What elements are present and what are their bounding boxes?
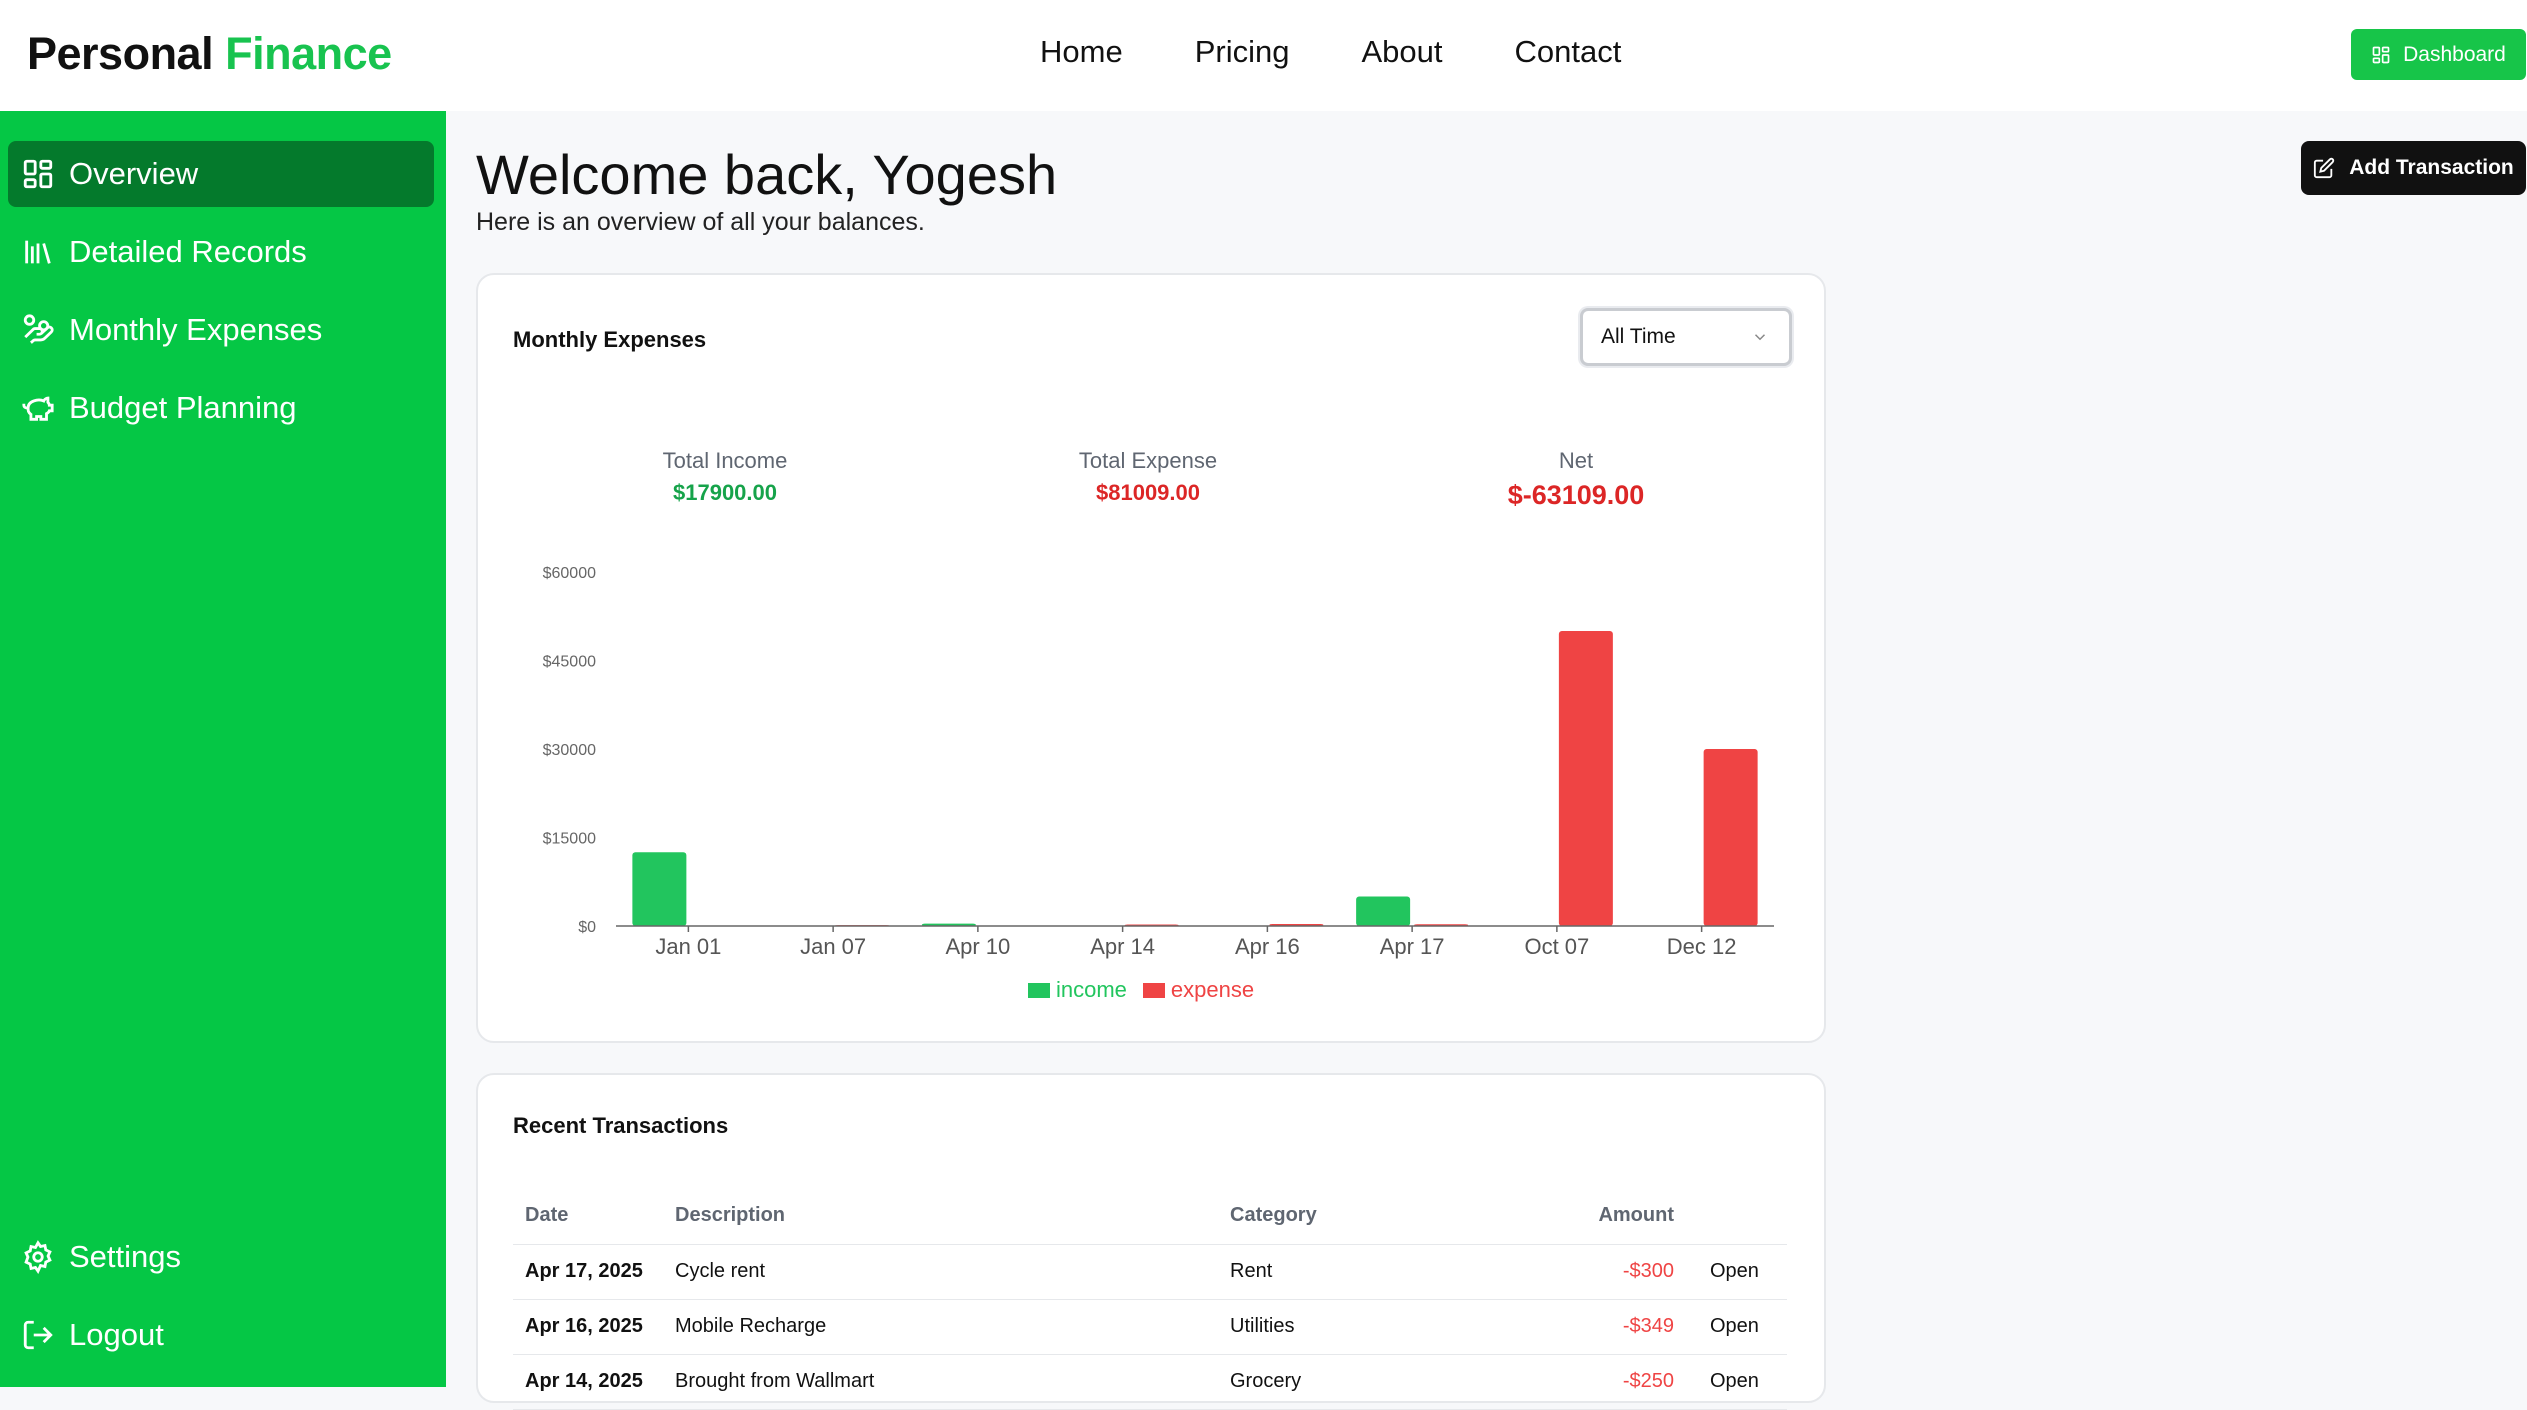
table-row[interactable]: Apr 14, 2025 Brought from Wallmart Groce… [513, 1354, 1787, 1410]
cell-amount: -$300 [1518, 1244, 1698, 1300]
y-tick-label: $30000 [543, 742, 596, 759]
cell-category: Utilities [1218, 1299, 1518, 1355]
layout-grid-icon [23, 159, 53, 189]
add-transaction-button[interactable]: Add Transaction [2301, 141, 2526, 195]
sidebar-item-logout[interactable]: Logout [8, 1302, 434, 1368]
column-header-description[interactable]: Description [663, 1188, 1218, 1245]
column-header-date[interactable]: Date [513, 1188, 663, 1245]
x-tick-label: Apr 14 [1090, 934, 1155, 959]
x-tick-label: Apr 10 [945, 934, 1010, 959]
column-header-action [1698, 1188, 1787, 1245]
legend-swatch [1142, 982, 1165, 998]
library-icon [25, 240, 51, 264]
income-bar[interactable] [632, 852, 687, 926]
transactions-table: Date Description Category Amount Apr 17,… [513, 1188, 1787, 1410]
cell-date: Apr 16, 2025 [513, 1299, 663, 1355]
cell-category: Rent [1218, 1244, 1518, 1300]
open-button[interactable]: Open [1698, 1244, 1787, 1300]
hand-coins-icon [23, 314, 54, 344]
piggy-bank-icon [22, 396, 54, 421]
dashboard-button[interactable]: Dashboard [2351, 29, 2526, 80]
y-tick-label: $45000 [543, 654, 596, 671]
table-row[interactable]: Apr 16, 2025 Mobile Recharge Utilities -… [513, 1299, 1787, 1355]
sidebar-item-monthly-expenses[interactable]: Monthly Expenses [8, 297, 434, 363]
edit-icon [2314, 157, 2335, 179]
sidebar-item-settings[interactable]: Settings [8, 1224, 434, 1290]
card-title: Recent Transactions [513, 1113, 729, 1138]
cell-amount: -$349 [1518, 1299, 1698, 1355]
nav-pricing-link[interactable]: Pricing [1195, 34, 1290, 70]
sidebar-item-overview[interactable]: Overview [8, 141, 434, 207]
nav-contact-link[interactable]: Contact [1514, 34, 1621, 70]
sidebar-item-budget-planning[interactable]: Budget Planning [8, 375, 434, 441]
sidebar-item-detailed-records[interactable]: Detailed Records [8, 219, 434, 285]
x-tick-label: Dec 12 [1667, 934, 1737, 959]
chart-legend: income expense [1028, 977, 1254, 1003]
y-tick-label: $0 [578, 919, 596, 936]
layout-grid-icon [2372, 46, 2390, 63]
brand-logo[interactable]: Personal Finance [27, 28, 392, 80]
table-header-row: Date Description Category Amount [513, 1188, 1787, 1245]
expense-bar[interactable] [1558, 631, 1613, 926]
sidebar-item-label: Budget Planning [69, 390, 297, 425]
open-button[interactable]: Open [1698, 1354, 1787, 1410]
brand-name-part1: Personal [27, 28, 214, 79]
x-tick-label: Apr 17 [1380, 934, 1445, 959]
income-bar[interactable] [1356, 896, 1411, 927]
brand-name-part2: Finance [225, 28, 392, 79]
sidebar-item-label: Logout [69, 1317, 164, 1352]
cell-date: Apr 14, 2025 [513, 1354, 663, 1410]
cell-amount: -$250 [1518, 1354, 1698, 1410]
table-row[interactable]: Apr 17, 2025 Cycle rent Rent -$300 Open [513, 1244, 1787, 1300]
expense-bar[interactable] [1703, 749, 1758, 926]
sidebar-item-label: Settings [69, 1239, 182, 1274]
main-nav: Home Pricing About Contact [1040, 34, 1693, 70]
gear-icon [24, 1240, 52, 1274]
legend-label: income [1056, 977, 1127, 1002]
logout-icon [23, 1320, 53, 1350]
legend-label: expense [1170, 977, 1255, 1002]
legend-swatch [1028, 982, 1050, 998]
nav-home-link[interactable]: Home [1040, 34, 1123, 70]
sidebar-item-label: Detailed Records [69, 234, 307, 269]
legend-item-income[interactable]: income [1028, 977, 1127, 1003]
sidebar-item-label: Overview [69, 156, 199, 191]
sidebar: Overview Detailed Records Monthly Expens… [0, 111, 446, 1387]
cell-description: Brought from Wallmart [663, 1354, 1218, 1410]
cell-description: Mobile Recharge [663, 1299, 1218, 1355]
expenses-bar-chart: $0 $15000 $30000 $45000 $60000 Jan 01 Jan 07 Ap… [543, 565, 1774, 959]
legend-item-expense[interactable]: expense [1142, 977, 1255, 1003]
nav-about-link[interactable]: About [1361, 34, 1442, 70]
cell-description: Cycle rent [663, 1244, 1218, 1300]
column-header-amount[interactable]: Amount [1518, 1188, 1698, 1245]
sidebar-item-label: Monthly Expenses [69, 312, 323, 347]
y-tick-label: $15000 [543, 831, 596, 848]
y-tick-label: $60000 [543, 565, 596, 582]
x-tick-label: Apr 16 [1235, 934, 1300, 959]
dashboard-button-label: Dashboard [2403, 42, 2506, 66]
x-tick-label: Jan 07 [800, 934, 866, 959]
page-subtitle: Here is an overview of all your balances… [476, 208, 925, 236]
x-tick-label: Jan 01 [655, 934, 721, 959]
page-title: Welcome back, Yogesh [476, 143, 1058, 206]
open-button[interactable]: Open [1698, 1299, 1787, 1355]
top-navbar: Personal Finance Home Pricing About Cont… [0, 0, 2527, 111]
x-tick-label: Oct 07 [1524, 934, 1589, 959]
cell-category: Grocery [1218, 1354, 1518, 1410]
cell-date: Apr 17, 2025 [513, 1244, 663, 1300]
recent-transactions-card: Recent Transactions Date Description Cat… [476, 1073, 1826, 1410]
add-transaction-label: Add Transaction [2349, 156, 2514, 179]
column-header-category[interactable]: Category [1218, 1188, 1518, 1245]
monthly-expenses-card: Monthly Expenses All Time Total Income $… [476, 273, 1826, 1043]
